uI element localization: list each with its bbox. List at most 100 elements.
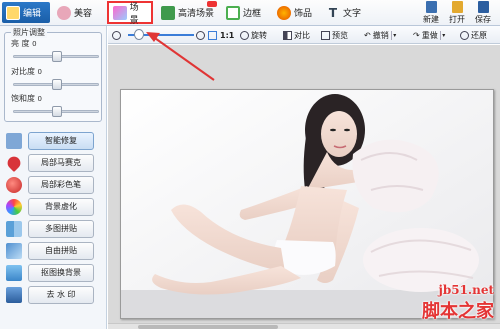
tool-cutout[interactable]: 抠图换背景 xyxy=(6,264,102,282)
hd-scene-icon xyxy=(161,5,175,20)
brightness-slider[interactable] xyxy=(13,51,99,62)
contrast-value: 0 xyxy=(37,68,43,76)
tab-beauty[interactable]: 美容 xyxy=(53,2,103,23)
saturation-value: 0 xyxy=(37,95,43,103)
blur-background-icon xyxy=(6,199,22,215)
restore-button-label: 还原 xyxy=(471,30,487,40)
save-button-label: 保存 xyxy=(475,15,491,24)
remove-watermark-icon xyxy=(6,287,22,303)
smart-repair-button[interactable]: 智能修复 xyxy=(28,132,94,150)
multi-collage-icon xyxy=(6,221,22,237)
open-button-label: 打开 xyxy=(449,15,465,24)
contrast-slider-knob[interactable] xyxy=(52,79,62,90)
tab-scene[interactable]: 场景 xyxy=(107,1,153,26)
multi-collage-button[interactable]: 多图拼贴 xyxy=(28,220,94,238)
tab-edit[interactable]: 编辑 xyxy=(2,2,50,23)
compare-button-label: 对比 xyxy=(294,30,310,40)
redo-button-label: 重做 xyxy=(421,30,438,40)
tab-beauty-label: 美容 xyxy=(74,9,93,19)
undo-button-label: 撤销 xyxy=(372,30,389,40)
saturation-slider-knob[interactable] xyxy=(52,106,62,117)
watermark-url: jb51.net xyxy=(438,283,494,297)
open-folder-icon xyxy=(451,1,463,13)
tab-scene-label: 场景 xyxy=(129,2,139,26)
tool-multi-collage[interactable]: 多图拼贴 xyxy=(6,220,102,238)
preview-button[interactable]: 预览 xyxy=(321,28,348,42)
site-watermark: jb51.net 脚本之家 xyxy=(422,283,494,323)
contrast-slider[interactable] xyxy=(13,79,99,90)
tool-blur-background[interactable]: 背景虚化 xyxy=(6,198,102,216)
saturation-label: 饱和度 0 xyxy=(11,94,43,103)
scene-icon xyxy=(113,5,127,20)
restore-button[interactable]: 还原 xyxy=(460,28,487,42)
redo-button[interactable]: ↷ 重做 ▾ xyxy=(413,28,447,42)
tool-free-collage[interactable]: 自由拼贴 xyxy=(6,242,102,260)
horizontal-scrollbar[interactable] xyxy=(108,323,500,329)
compare-button[interactable]: 对比 xyxy=(283,28,310,42)
open-button[interactable]: 打开 xyxy=(444,1,470,25)
compare-icon xyxy=(283,30,292,40)
new-button-label: 新建 xyxy=(423,15,439,24)
tab-ornament[interactable]: 饰品 xyxy=(273,2,321,23)
undo-dropdown-icon[interactable]: ▾ xyxy=(390,30,398,40)
tab-edit-label: 编辑 xyxy=(23,9,42,19)
tab-frame-label: 边框 xyxy=(243,9,262,19)
photo-adjust-title: 照片调整 xyxy=(11,27,47,38)
rotate-icon xyxy=(240,30,249,40)
brightness-label: 亮 度 0 xyxy=(11,39,37,48)
blur-background-button[interactable]: 背景虚化 xyxy=(28,198,94,216)
menu-bar: 编辑 美容 场景 高清场景 边框 饰品 T 文字 新建 打开 保存 xyxy=(0,0,500,26)
redo-icon: ↷ xyxy=(413,30,420,40)
zoom-out-icon[interactable] xyxy=(112,28,121,42)
tool-color-pen[interactable]: 局部彩色笔 xyxy=(6,176,102,194)
cutout-button[interactable]: 抠图换背景 xyxy=(28,264,94,282)
undo-icon: ↶ xyxy=(364,30,371,40)
free-collage-icon xyxy=(6,243,22,259)
scrollbar-thumb[interactable] xyxy=(138,325,278,329)
remove-watermark-button[interactable]: 去 水 印 xyxy=(28,286,94,304)
ratio-button[interactable]: 1:1 xyxy=(220,28,234,42)
save-button[interactable]: 保存 xyxy=(470,1,496,25)
zoom-in-icon[interactable] xyxy=(196,28,205,42)
text-icon: T xyxy=(328,5,338,20)
rotate-button-label: 旋转 xyxy=(251,30,267,40)
contrast-label: 对比度 0 xyxy=(11,67,43,76)
tab-frame[interactable]: 边框 xyxy=(222,2,268,23)
new-button[interactable]: 新建 xyxy=(418,1,444,25)
preview-icon xyxy=(321,30,330,40)
tool-remove-watermark[interactable]: 去 水 印 xyxy=(6,286,102,304)
hot-badge xyxy=(207,1,217,7)
cutout-icon xyxy=(6,265,22,281)
edit-toolbar: 1:1 旋转 对比 预览 ↶ 撤销 ▾ ↷ 重做 ▾ 还原 xyxy=(108,26,500,44)
smart-repair-icon xyxy=(6,133,22,149)
brightness-value: 0 xyxy=(32,40,37,48)
redo-dropdown-icon[interactable]: ▾ xyxy=(439,30,447,40)
restore-icon xyxy=(460,30,469,40)
fit-icon[interactable] xyxy=(208,28,217,42)
beauty-icon xyxy=(57,5,71,20)
photo-adjust-group: 照片调整 亮 度 0 对比度 0 饱和度 0 xyxy=(4,27,102,122)
tool-smart-repair[interactable]: 智能修复 xyxy=(6,132,102,150)
edit-icon xyxy=(6,5,20,20)
ornament-icon xyxy=(277,5,291,20)
undo-button[interactable]: ↶ 撤销 ▾ xyxy=(364,28,398,42)
left-panel: 照片调整 亮 度 0 对比度 0 饱和度 0 智能修复 局部马赛克 局部彩色笔 … xyxy=(0,26,107,329)
tab-text-label: 文字 xyxy=(343,9,362,19)
color-pen-icon xyxy=(6,177,22,193)
frame-icon xyxy=(226,5,240,20)
save-icon xyxy=(477,1,489,13)
mosaic-button[interactable]: 局部马赛克 xyxy=(28,154,94,172)
preview-button-label: 预览 xyxy=(332,30,348,40)
saturation-slider[interactable] xyxy=(13,106,99,117)
brightness-slider-knob[interactable] xyxy=(52,51,62,62)
rotate-button[interactable]: 旋转 xyxy=(240,28,267,42)
color-pen-button[interactable]: 局部彩色笔 xyxy=(28,176,94,194)
zoom-slider-knob[interactable] xyxy=(133,29,144,40)
tab-hd-scene-label: 高清场景 xyxy=(178,9,215,19)
new-file-icon xyxy=(425,1,437,13)
tab-text[interactable]: T 文字 xyxy=(322,2,368,23)
tab-ornament-label: 饰品 xyxy=(294,9,313,19)
tool-mosaic[interactable]: 局部马赛克 xyxy=(4,153,102,173)
watermark-name: 脚本之家 xyxy=(422,301,494,322)
free-collage-button[interactable]: 自由拼贴 xyxy=(28,242,94,260)
